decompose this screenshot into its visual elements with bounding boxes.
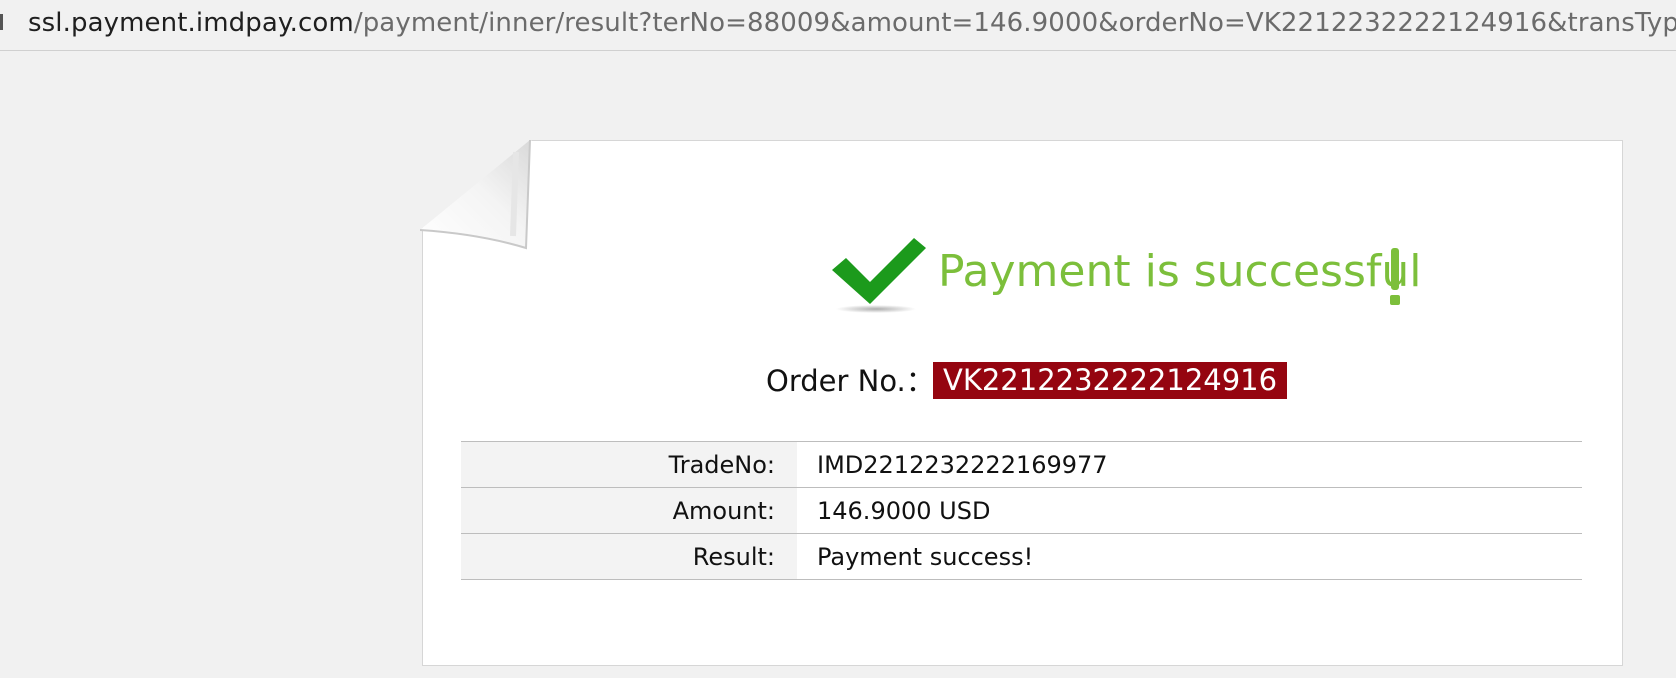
address-bar[interactable]: ssl.payment.imdpay.com/payment/inner/res… <box>0 0 1676 51</box>
url-path: /payment/inner/result?terNo=88009&amount… <box>353 8 1676 38</box>
order-number-badge: VK2212232222124916 <box>933 362 1288 399</box>
url-host: ssl.payment.imdpay.com <box>28 8 354 38</box>
success-header: Payment is successful <box>830 232 1430 314</box>
amount-value: 146.9000 USD <box>797 487 1582 534</box>
success-title: Payment is successful <box>938 246 1422 297</box>
lock-icon[interactable] <box>0 14 3 30</box>
payment-details-table: TradeNo: IMD2212232222169977 Amount: 146… <box>461 441 1582 580</box>
table-row: Amount: 146.9000 USD <box>461 487 1582 534</box>
checkmark-icon <box>832 238 926 313</box>
order-label: Order No.： <box>766 364 935 398</box>
exclamation-icon <box>1390 248 1400 305</box>
table-row: TradeNo: IMD2212232222169977 <box>461 441 1582 488</box>
url-text[interactable]: ssl.payment.imdpay.com/payment/inner/res… <box>28 6 1676 40</box>
trade-no-label: TradeNo: <box>461 441 797 488</box>
page-curl-decoration <box>420 140 532 250</box>
table-row: Result: Payment success! <box>461 533 1582 580</box>
result-label: Result: <box>461 533 797 580</box>
trade-no-value: IMD2212232222169977 <box>797 441 1582 488</box>
amount-label: Amount: <box>461 487 797 534</box>
result-card <box>422 140 1623 666</box>
result-value: Payment success! <box>797 533 1582 580</box>
